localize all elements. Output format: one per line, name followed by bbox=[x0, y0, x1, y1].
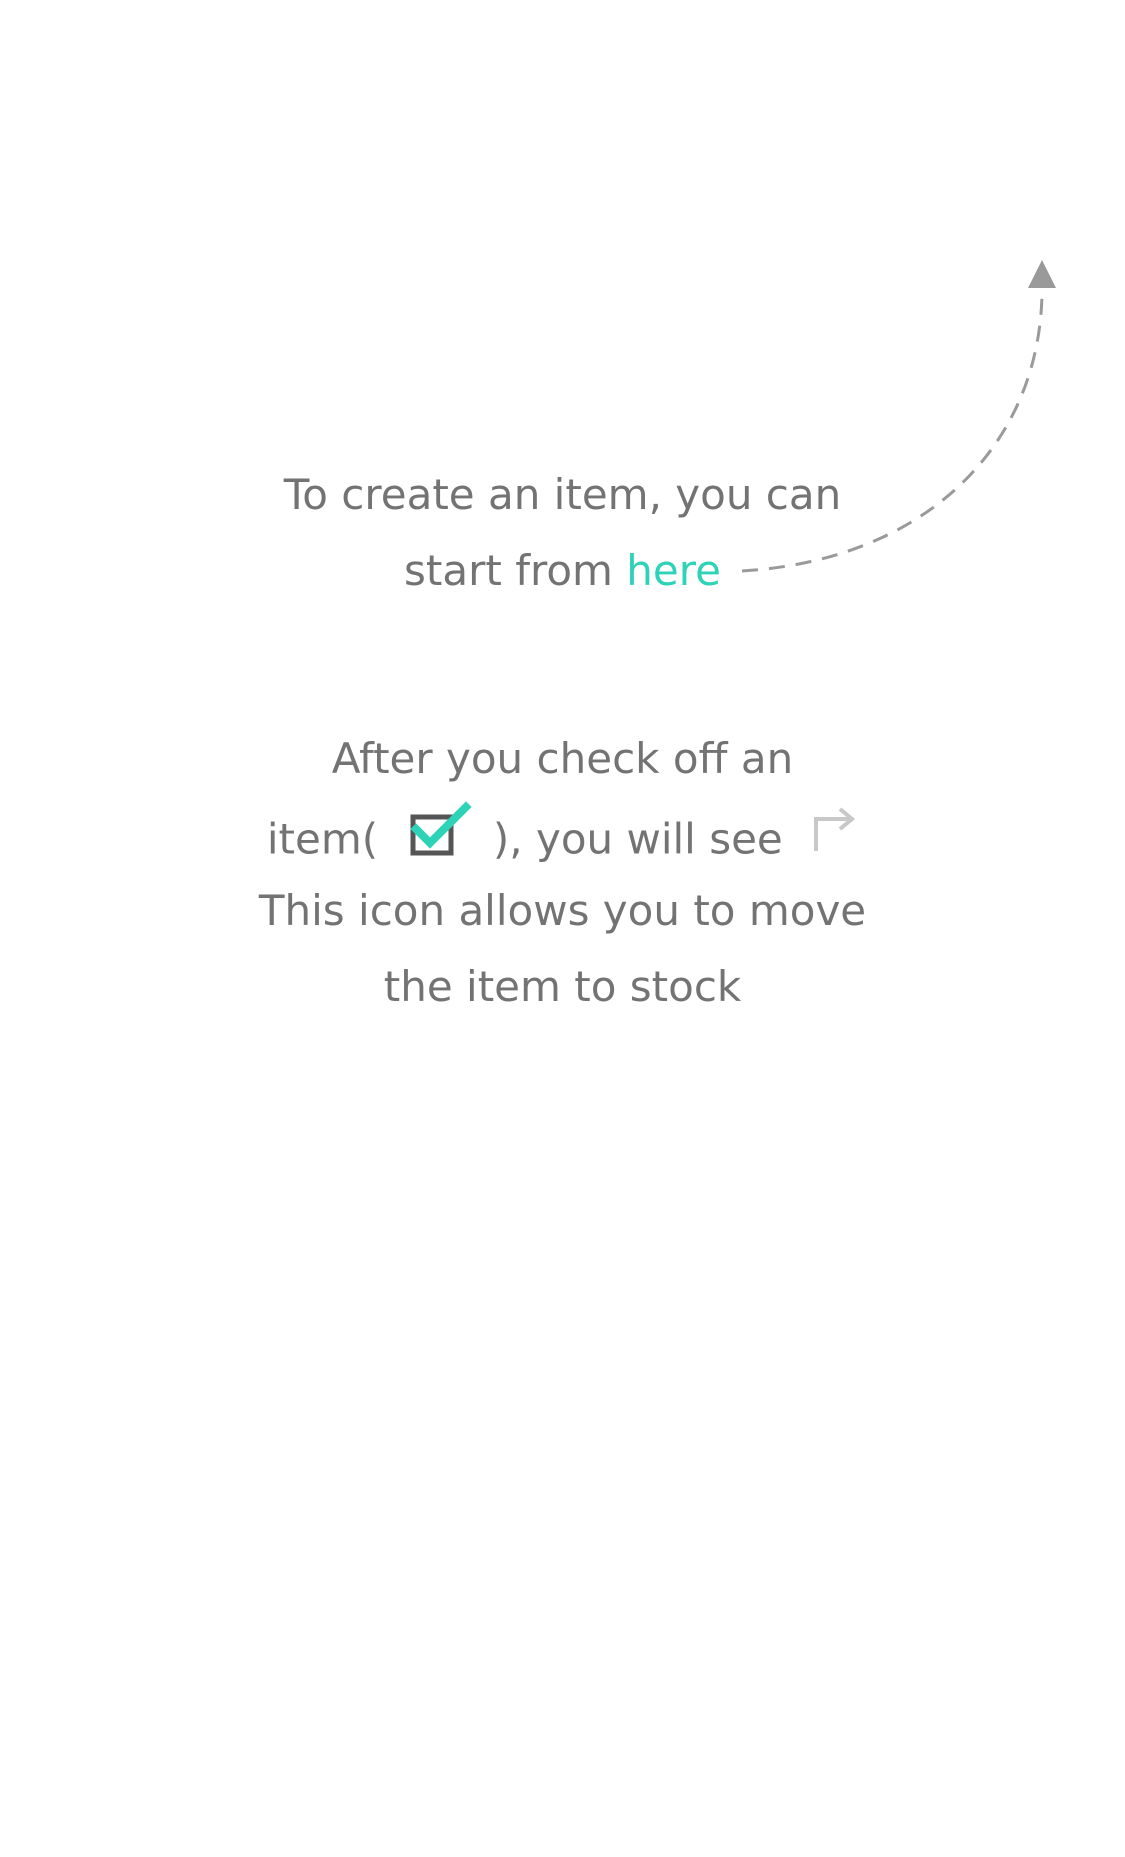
create-hint-prefix: start from bbox=[404, 546, 627, 595]
check-hint-prefix: item( bbox=[266, 814, 379, 864]
create-hint-line-1: To create an item, you can bbox=[283, 470, 842, 519]
move-to-stock-arrow-icon bbox=[810, 803, 858, 869]
check-hint-line-4: the item to stock bbox=[383, 962, 742, 1011]
onboarding-overlay: To create an item, you can start from he… bbox=[0, 0, 1125, 1857]
check-hint-line-3: This icon allows you to move bbox=[258, 886, 867, 935]
check-hint-suffix: ), you will see bbox=[492, 814, 783, 864]
check-hint-line-2: item( ), you will see bbox=[0, 801, 1125, 877]
check-hint-line-1: After you check off an bbox=[331, 734, 794, 783]
checked-checkbox-icon bbox=[406, 801, 476, 871]
here-link[interactable]: here bbox=[626, 546, 721, 595]
create-hint-line-2: start from here bbox=[0, 543, 1125, 599]
